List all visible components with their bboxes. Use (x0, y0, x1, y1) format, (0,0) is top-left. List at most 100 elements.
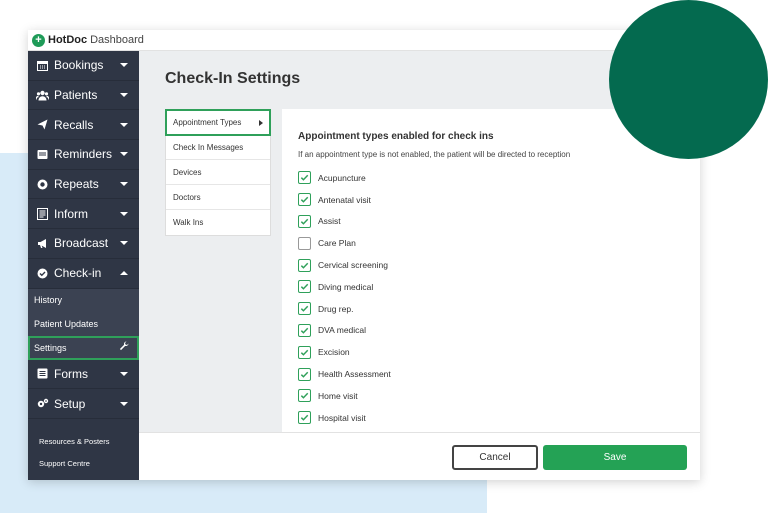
sidebar-item-recalls[interactable]: Recalls (28, 110, 139, 141)
sidebar-subitem-settings[interactable]: Settings (28, 335, 139, 360)
checkmark-icon (300, 284, 309, 291)
checkbox[interactable] (298, 411, 311, 425)
chevron-down-icon (120, 182, 128, 187)
sidebar-item-label: Check-in (54, 266, 102, 281)
appointment-type-row: Drug rep. (298, 298, 391, 320)
appointment-type-label: Diving medical (318, 281, 374, 292)
chevron-down-icon (120, 371, 128, 376)
check-in-submenu: History Patient Updates Settings (28, 288, 139, 360)
appointment-type-row: Assist (298, 211, 391, 233)
appointment-type-row: Health Assessment (298, 363, 391, 385)
checkmark-icon (300, 327, 309, 334)
appointment-type-label: Home visit (318, 390, 358, 401)
title-bar: + HotDoc Dashboard (28, 30, 700, 51)
appointment-type-label: DVA medical (318, 325, 367, 336)
checkbox[interactable] (298, 367, 311, 381)
sidebar-subitem-patient-updates[interactable]: Patient Updates (28, 312, 139, 336)
appointment-type-label: Antenatal visit (318, 194, 371, 205)
sidebar-item-check-in[interactable]: Check-in (28, 259, 139, 289)
checkbox[interactable] (298, 236, 311, 250)
appointment-type-row: Hospital visit (298, 407, 391, 429)
checkbox[interactable] (298, 214, 311, 228)
tab-walk-ins[interactable]: Walk Ins (166, 210, 270, 235)
sidebar-item-label: Reminders (54, 147, 113, 162)
checkbox[interactable] (298, 345, 311, 359)
inbox-icon (36, 148, 49, 161)
sidebar-item-inform[interactable]: Inform (28, 199, 139, 230)
checkbox[interactable] (298, 389, 311, 403)
section-description: If an appointment type is not enabled, t… (298, 150, 571, 159)
checkmark-icon (300, 371, 309, 378)
cancel-button[interactable]: Cancel (452, 445, 538, 470)
sidebar-item-forms[interactable]: Forms (28, 360, 139, 390)
cogs-icon (36, 397, 49, 410)
appointment-type-label: Care Plan (318, 238, 356, 249)
action-bar: Cancel Save (139, 432, 700, 480)
chevron-down-icon (120, 401, 128, 406)
appointment-type-list: Acupuncture Antenatal visit Assist Care Pla… (298, 167, 391, 429)
sidebar-item-label: Inform (54, 206, 89, 221)
settings-tabs: Appointment Types Check In Messages Devi… (165, 109, 271, 236)
checkbox[interactable] (298, 280, 311, 294)
appointment-type-label: Drug rep. (318, 303, 354, 314)
brand-suffix: Dashboard (90, 34, 144, 46)
sidebar: Bookings Patients Recalls Reminders Repe… (28, 51, 139, 480)
checkbox[interactable] (298, 193, 311, 207)
chevron-down-icon (120, 63, 128, 68)
appointment-type-row: Antenatal visit (298, 189, 391, 211)
sidebar-item-label: Broadcast (54, 236, 109, 251)
appointment-type-row: Diving medical (298, 276, 391, 298)
appointment-type-row: Care Plan (298, 232, 391, 254)
appointment-type-row: DVA medical (298, 320, 391, 342)
checkmark-icon (300, 349, 309, 356)
appointment-type-label: Excision (318, 347, 350, 358)
sidebar-item-setup[interactable]: Setup (28, 389, 139, 419)
checkbox[interactable] (298, 302, 311, 316)
checkmark-icon (300, 196, 309, 203)
document-icon (36, 207, 49, 220)
main-panel: Check-In Settings Appointment Types Chec… (139, 51, 700, 480)
hotdoc-logo-icon: + (32, 33, 45, 47)
sidebar-item-broadcast[interactable]: Broadcast (28, 229, 139, 259)
sidebar-item-reminders[interactable]: Reminders (28, 140, 139, 170)
appointment-type-label: Hospital visit (318, 412, 366, 423)
tab-appointment-types[interactable]: Appointment Types (165, 109, 271, 136)
appointment-type-label: Acupuncture (318, 172, 366, 183)
save-button[interactable]: Save (543, 445, 687, 470)
appointment-types-panel: Appointment types enabled for check ins … (282, 109, 700, 432)
sidebar-subitem-label: Settings (34, 342, 67, 353)
caret-right-icon (259, 119, 263, 126)
calendar-icon (36, 59, 49, 72)
sidebar-item-label: Forms (54, 366, 88, 381)
paper-plane-icon (36, 118, 49, 131)
chevron-down-icon (120, 122, 128, 127)
sidebar-subitem-history[interactable]: History (28, 289, 139, 313)
support-centre-link[interactable]: Support Centre (28, 452, 139, 474)
sidebar-item-label: Patients (54, 88, 98, 103)
resources-posters-link[interactable]: Resources & Posters (28, 430, 139, 452)
decorative-circle (609, 0, 768, 159)
tab-doctors[interactable]: Doctors (166, 185, 270, 210)
checkbox[interactable] (298, 323, 311, 337)
users-icon (36, 89, 49, 102)
forms-icon (36, 367, 49, 380)
tab-devices[interactable]: Devices (166, 160, 270, 185)
check-circle-icon (36, 267, 49, 280)
sidebar-item-bookings[interactable]: Bookings (28, 51, 139, 81)
checkmark-icon (300, 262, 309, 269)
sidebar-item-patients[interactable]: Patients (28, 81, 139, 111)
sidebar-item-repeats[interactable]: Repeats (28, 170, 139, 200)
section-heading: Appointment types enabled for check ins (298, 131, 494, 142)
checkbox[interactable] (298, 171, 311, 185)
checkmark-icon (300, 393, 309, 400)
sidebar-footer: Resources & Posters Support Centre (28, 420, 139, 480)
app-window: + HotDoc Dashboard Bookings Patients Rec… (28, 30, 700, 480)
checkbox[interactable] (298, 258, 311, 272)
appointment-type-label: Cervical screening (318, 260, 388, 271)
checkmark-icon (300, 305, 309, 312)
sidebar-item-label: Bookings (54, 58, 104, 73)
page-title: Check-In Settings (165, 70, 301, 87)
tab-check-in-messages[interactable]: Check In Messages (166, 135, 270, 160)
checkmark-icon (300, 218, 309, 225)
appointment-type-label: Health Assessment (318, 369, 391, 380)
